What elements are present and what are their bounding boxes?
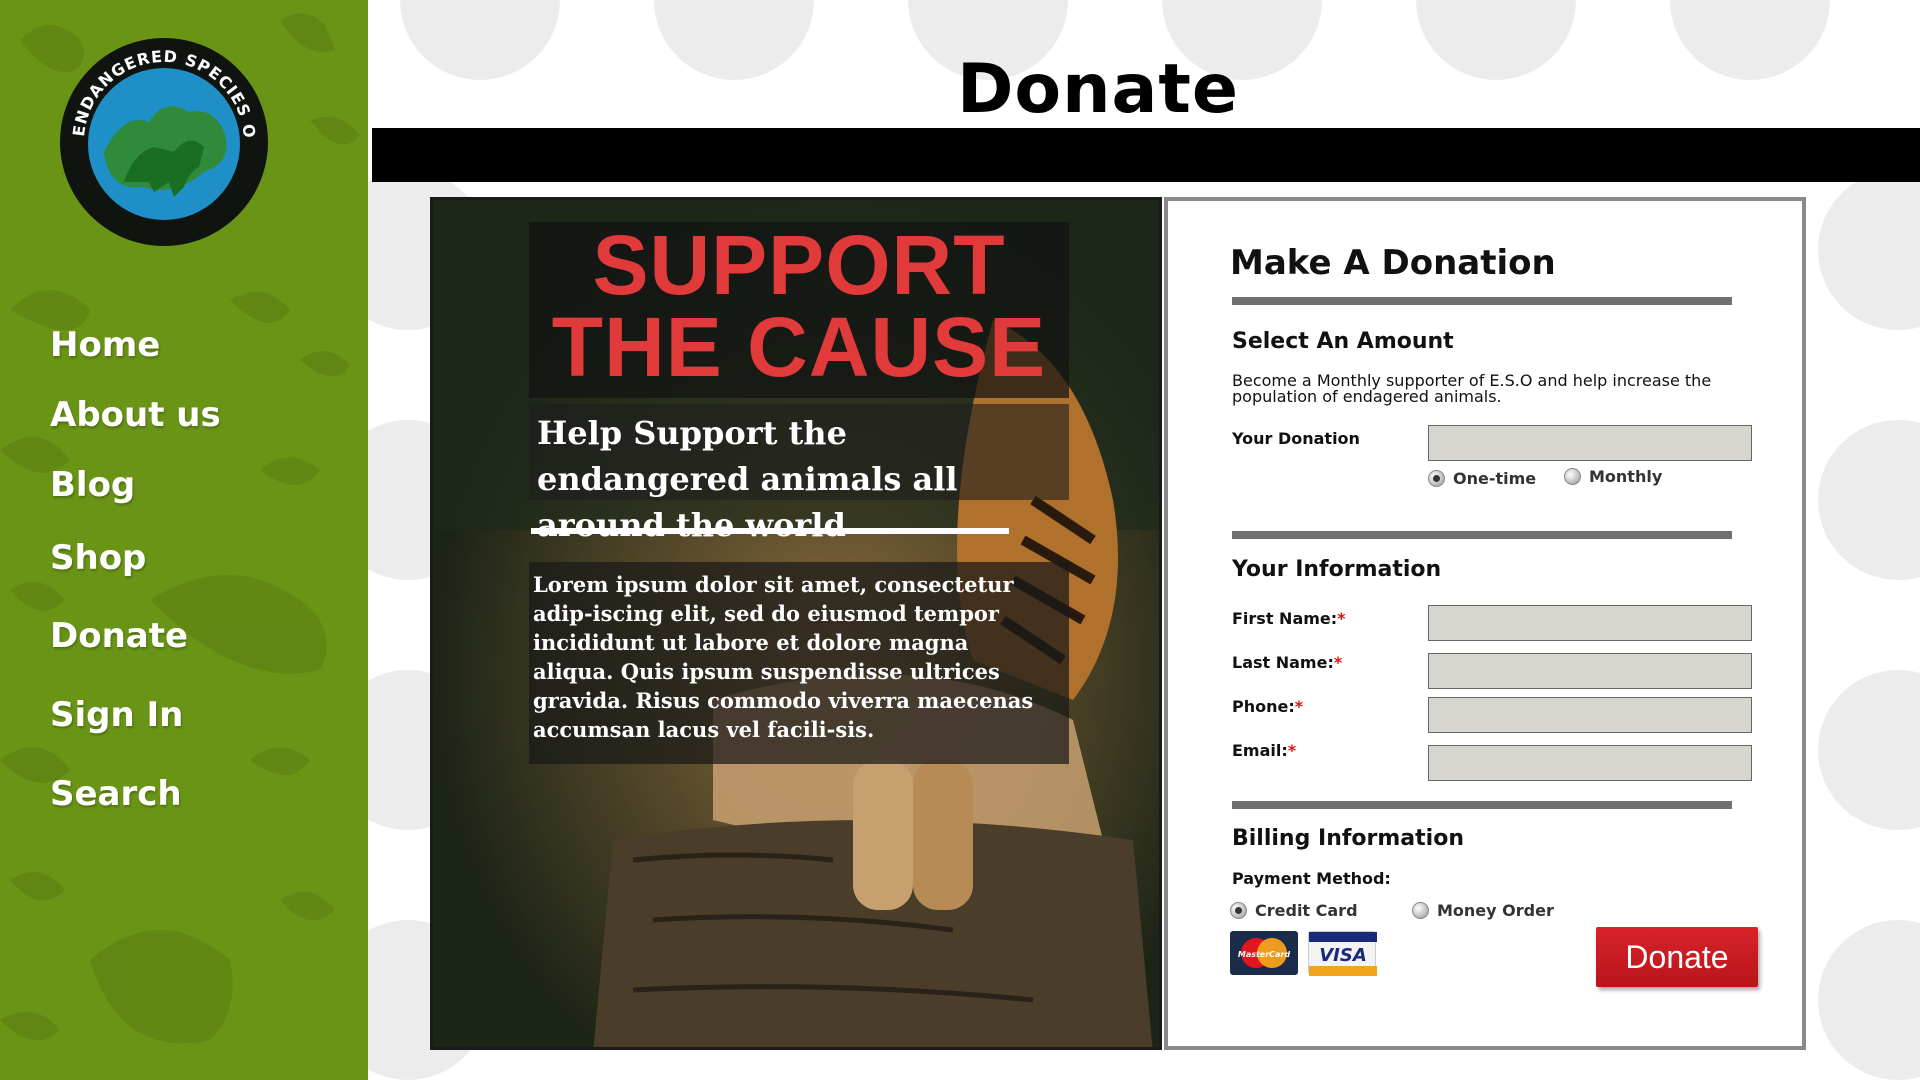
one-time-label: One-time [1453,469,1537,488]
form-title: Make A Donation [1230,243,1556,283]
monthly-label: Monthly [1589,467,1663,486]
credit-card-radio-dot[interactable] [1230,902,1247,919]
last-name-label: Last Name:* [1232,653,1342,672]
nav-sign-in[interactable]: Sign In [50,695,183,735]
one-time-radio-dot[interactable] [1428,470,1445,487]
phone-label-text: Phone: [1232,697,1295,716]
one-time-radio[interactable]: One-time [1428,469,1536,488]
form-divider [1232,297,1732,305]
required-mark: * [1333,653,1343,672]
your-donation-label: Your Donation [1232,429,1360,448]
payment-method-label: Payment Method: [1232,869,1391,888]
headline-box: SUPPORT THE CAUSE [529,222,1069,398]
sidebar: ENDANGERED SPECIES ORGANIZATION Home Abo… [0,0,368,1080]
billing-information-heading: Billing Information [1232,826,1464,851]
body-box: Lorem ipsum dolor sit amet, consectetur … [529,562,1069,764]
hero-headline-line-2: THE CAUSE [551,300,1047,394]
svg-text:VISA: VISA [1319,945,1367,966]
phone-input[interactable] [1428,697,1752,733]
required-mark: * [1294,697,1304,716]
credit-card-radio[interactable]: Credit Card [1230,901,1358,920]
your-information-heading: Your Information [1232,557,1442,582]
money-order-label: Money Order [1437,901,1554,920]
phone-label: Phone:* [1232,697,1303,716]
required-mark: * [1337,609,1346,628]
email-label: Email:* [1232,741,1296,760]
hero-headline: SUPPORT THE CAUSE [529,218,1069,394]
mastercard-icon: MasterCard [1230,931,1298,975]
monthly-radio-dot[interactable] [1564,468,1581,485]
first-name-label: First Name:* [1232,609,1346,628]
last-name-input[interactable] [1428,653,1752,689]
money-order-radio[interactable]: Money Order [1412,901,1554,920]
nav-search[interactable]: Search [50,774,182,814]
nav-blog[interactable]: Blog [50,465,135,505]
email-label-text: Email: [1232,741,1288,760]
hero-body-text: Lorem ipsum dolor sit amet, consectetur … [533,572,1034,742]
first-name-input[interactable] [1428,605,1752,641]
credit-card-label: Credit Card [1255,901,1358,920]
nav-home[interactable]: Home [50,325,160,365]
first-name-label-text: First Name: [1232,609,1338,628]
subhead-box: Help Support the endangered animals all … [529,404,1069,544]
logo-emblem-icon: ENDANGERED SPECIES ORGANIZATION [47,17,268,246]
select-amount-heading: Select An Amount [1232,329,1454,354]
money-order-radio-dot[interactable] [1412,902,1429,919]
email-input[interactable] [1428,745,1752,781]
page-title: Donate [956,50,1240,129]
svg-text:MasterCard: MasterCard [1238,950,1291,959]
nav-shop[interactable]: Shop [50,538,146,578]
donation-form: Make A Donation Select An Amount Become … [1164,197,1806,1050]
form-divider [1232,801,1732,809]
logo[interactable]: ENDANGERED SPECIES ORGANIZATION [47,17,274,246]
required-mark: * [1287,741,1297,760]
title-bar [372,128,1920,182]
main-content: Donate SUPPORT THE CAUSE Help Support th… [368,0,1920,1080]
nav-about-us[interactable]: About us [50,395,221,435]
monthly-radio[interactable]: Monthly [1564,467,1662,486]
form-divider [1232,531,1732,539]
hero-divider [531,528,1009,534]
hero-headline-line-1: SUPPORT [592,218,1006,312]
nav-donate[interactable]: Donate [50,616,188,656]
visa-icon: VISA [1308,931,1377,976]
hero-panel: SUPPORT THE CAUSE Help Support the endan… [430,197,1162,1050]
amount-description: Become a Monthly supporter of E.S.O and … [1232,371,1712,406]
donation-amount-input[interactable] [1428,425,1752,461]
donate-submit-button[interactable]: Donate [1596,927,1758,987]
last-name-label-text: Last Name: [1232,653,1334,672]
